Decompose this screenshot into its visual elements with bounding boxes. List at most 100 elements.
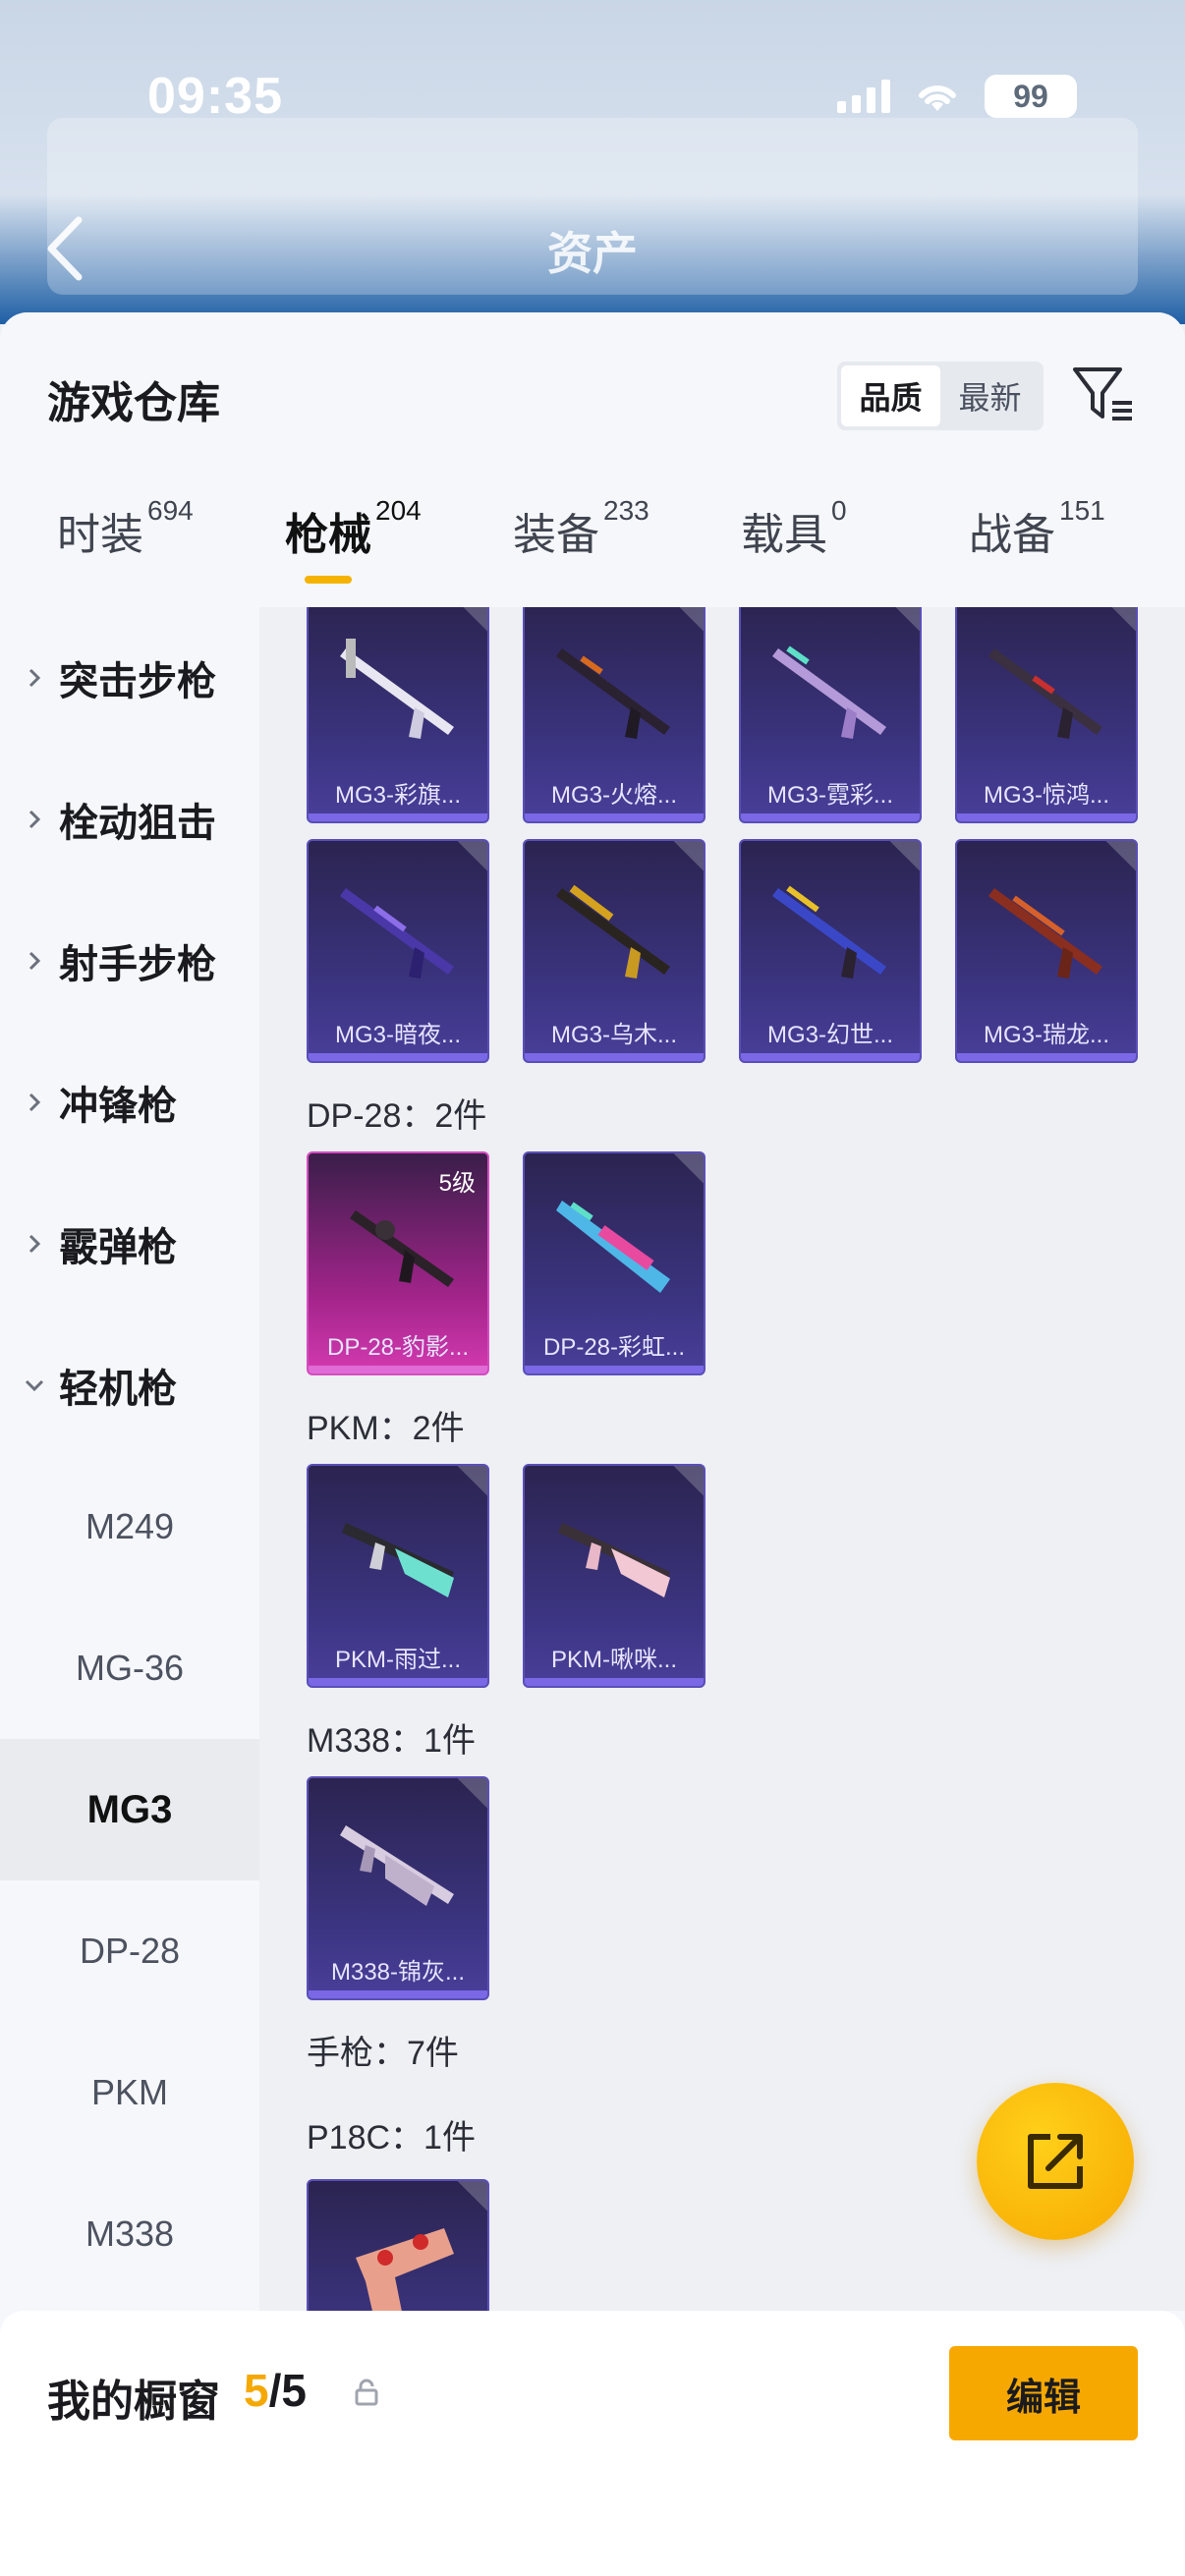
share-icon — [1028, 2134, 1083, 2189]
sidebar-item-label: 突击步枪 — [59, 660, 216, 703]
tab-active-indicator — [305, 576, 352, 584]
weapon-name: MG3-惊鸿... — [983, 782, 1109, 809]
weapon-name: MG3-霓彩... — [766, 782, 893, 809]
section-title-m338: M338：1件 — [307, 1722, 476, 1760]
sidebar-sub-mg3[interactable]: MG3 — [0, 1739, 259, 1880]
weapon-card[interactable]: 5级 DP-28-豹影... — [307, 1151, 489, 1375]
weapon-card[interactable]: PKM-雨过... — [307, 1464, 489, 1688]
rarity-bar — [741, 813, 920, 821]
sidebar-item-shotgun[interactable]: 霰弹枪 — [0, 1173, 259, 1315]
weapon-card[interactable]: MG3-彩旗... — [307, 607, 489, 823]
weapon-category-sidebar: 突击步枪 栓动狙击 射手步枪 冲锋枪 霰弹枪 轻机枪 M249 MG-36 MG… — [0, 607, 259, 2311]
sidebar-item-smg[interactable]: 冲锋枪 — [0, 1032, 259, 1173]
sidebar-item-label: 霰弹枪 — [59, 1226, 177, 1269]
tab-label: 枪械 — [285, 511, 371, 559]
weapon-name: MG3-火熔... — [550, 782, 677, 809]
sidebar-item-lmg[interactable]: 轻机枪 — [0, 1315, 259, 1456]
showcase-title: 我的橱窗 — [47, 2378, 220, 2426]
tab-count: 233 — [603, 495, 649, 526]
sheet-title: 游戏仓库 — [47, 379, 220, 427]
lmg-icon — [988, 888, 1102, 979]
sidebar-sub-m338[interactable]: M338 — [0, 2163, 259, 2305]
weapon-name: PKM-啾咪... — [550, 1647, 677, 1673]
status-bar: 09:35 99 — [0, 59, 1185, 138]
pistol-icon — [356, 2228, 454, 2311]
weapon-name: DP-28-彩虹... — [542, 1334, 686, 1361]
sheet-header: 游戏仓库 品质 最新 时装694 枪械204 装备233 载具0 战备151 — [0, 312, 1185, 607]
lmg-icon — [558, 1523, 670, 1597]
sidebar-sub-mg36[interactable]: MG-36 — [0, 1597, 259, 1739]
lmg-icon — [340, 639, 454, 739]
edit-button[interactable]: 编辑 — [949, 2346, 1138, 2440]
chevron-down-icon — [25, 1379, 44, 1392]
rarity-bar — [957, 813, 1136, 821]
tab-fashion[interactable]: 时装694 — [57, 495, 194, 607]
tab-guns[interactable]: 枪械204 — [285, 495, 422, 607]
chevron-right-icon — [28, 1092, 41, 1112]
status-time: 09:35 — [147, 68, 283, 125]
weapon-card[interactable]: MG3-霓彩... — [739, 607, 922, 823]
sort-toggle: 品质 最新 — [837, 362, 1044, 430]
weapon-name: MG3-暗夜... — [334, 1022, 461, 1048]
showcase-current: 5 — [244, 2365, 269, 2416]
category-tabs: 时装694 枪械204 装备233 载具0 战备151 — [0, 495, 1185, 607]
weapon-card[interactable]: DP-28-彩虹... — [523, 1151, 705, 1375]
tab-count: 694 — [147, 495, 194, 526]
chevron-right-icon — [28, 1234, 41, 1254]
sidebar-item-marksman-rifle[interactable]: 射手步枪 — [0, 890, 259, 1032]
section-title-dp28: DP-28：2件 — [307, 1097, 487, 1135]
sidebar-item-label: 冲锋枪 — [59, 1085, 177, 1128]
weapon-card[interactable]: MG3-幻世... — [739, 839, 922, 1063]
weapon-card[interactable]: MG3-暗夜... — [307, 839, 489, 1063]
lmg-icon — [340, 1825, 454, 1906]
sidebar-sub-dp28[interactable]: DP-28 — [0, 1880, 259, 2022]
lock-icon — [355, 2379, 378, 2406]
share-button[interactable] — [977, 2083, 1134, 2240]
sidebar-sub-pkm[interactable]: PKM — [0, 2022, 259, 2163]
lmg-icon — [556, 1201, 670, 1293]
weapon-name: MG3-幻世... — [766, 1022, 893, 1048]
rarity-bar — [525, 1366, 704, 1373]
sidebar-item-bolt-sniper[interactable]: 栓动狙击 — [0, 749, 259, 890]
tab-vehicles[interactable]: 载具0 — [741, 495, 847, 607]
lmg-icon — [350, 1210, 454, 1287]
sort-quality-button[interactable]: 品质 — [841, 365, 940, 426]
signal-icon — [837, 80, 890, 113]
tab-count: 0 — [831, 495, 847, 526]
weapon-card[interactable]: MG3-乌木... — [523, 839, 705, 1063]
rarity-bar — [525, 1678, 704, 1686]
weapon-card[interactable]: MG3-瑞龙... — [955, 839, 1138, 1063]
showcase-bar: 我的橱窗 5/5 编辑 — [0, 2311, 1185, 2576]
section-title-pkm: PKM：2件 — [307, 1410, 465, 1447]
section-title-p18c: P18C：1件 — [307, 2119, 476, 2156]
weapon-card[interactable]: MG3-惊鸿... — [955, 607, 1138, 823]
tab-supplies[interactable]: 战备151 — [969, 495, 1105, 607]
weapon-card[interactable] — [307, 2179, 489, 2311]
weapon-card[interactable]: PKM-啾咪... — [523, 1464, 705, 1688]
tab-equipment[interactable]: 装备233 — [513, 495, 649, 607]
weapon-name: DP-28-豹影... — [326, 1334, 470, 1361]
filter-icon[interactable] — [1071, 362, 1136, 426]
rarity-bar — [525, 1053, 704, 1061]
lmg-icon — [988, 648, 1102, 739]
weapon-grid: MG3-彩旗... MG3-火熔... MG3-霓彩... MG3-惊鸿... … — [259, 607, 1185, 2311]
tab-count: 151 — [1059, 495, 1105, 526]
weapon-name: PKM-雨过... — [334, 1647, 461, 1673]
lmg-icon — [556, 884, 670, 979]
lmg-icon — [556, 648, 670, 739]
sort-latest-button[interactable]: 最新 — [940, 365, 1040, 426]
weapon-card[interactable]: MG3-火熔... — [523, 607, 705, 823]
sidebar-item-label: 射手步枪 — [59, 943, 216, 986]
sidebar-sub-m249[interactable]: M249 — [0, 1456, 259, 1597]
weapon-card[interactable]: M338-锦灰... — [307, 1776, 489, 2000]
warehouse-sheet: 游戏仓库 品质 最新 时装694 枪械204 装备233 载具0 战备151 突… — [0, 312, 1185, 2576]
lmg-icon — [342, 1523, 454, 1597]
sidebar-item-assault-rifle[interactable]: 突击步枪 — [0, 607, 259, 749]
rarity-bar — [309, 813, 487, 821]
weapon-name: M338-锦灰... — [330, 1959, 466, 1986]
chevron-right-icon — [28, 668, 41, 688]
rarity-bar — [741, 1053, 920, 1061]
rarity-bar — [957, 1053, 1136, 1061]
tab-label: 载具 — [741, 511, 827, 559]
chevron-right-icon — [28, 810, 41, 829]
